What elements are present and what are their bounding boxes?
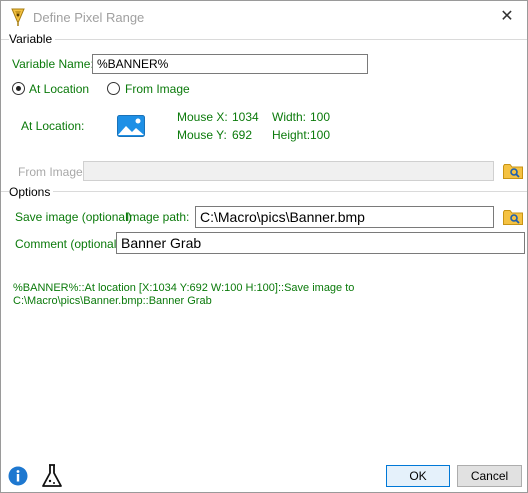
radio-from-image[interactable] xyxy=(107,82,120,95)
variable-name-input[interactable] xyxy=(92,54,368,74)
height-label: Height: xyxy=(272,128,311,142)
options-divider xyxy=(1,191,527,192)
summary-text: %BANNER%::At location [X:1034 Y:692 W:10… xyxy=(13,282,355,307)
image-path-label: Image path: xyxy=(126,210,190,224)
define-pixel-range-dialog: Define Pixel Range ✕ Variable Variable N… xyxy=(0,0,528,493)
cancel-button[interactable]: Cancel xyxy=(457,465,522,487)
pen-nib-icon xyxy=(10,7,26,27)
from-image-label: From Image: xyxy=(18,165,87,179)
at-location-label: At Location: xyxy=(21,119,85,133)
variable-divider xyxy=(1,39,527,40)
width-label: Width: xyxy=(272,110,307,124)
mouse-x-label: Mouse X: xyxy=(177,110,228,124)
window-title: Define Pixel Range xyxy=(33,10,145,25)
title-bar: Define Pixel Range ✕ xyxy=(1,1,527,33)
from-image-input[interactable] xyxy=(83,161,494,181)
info-icon[interactable] xyxy=(8,466,28,486)
image-path-input[interactable] xyxy=(195,206,494,228)
radio-at-location-label[interactable]: At Location xyxy=(29,82,89,96)
image-icon[interactable] xyxy=(117,115,145,137)
mouse-y-label: Mouse Y: xyxy=(177,128,227,142)
mouse-x-value: 1034 xyxy=(232,110,259,124)
ok-button[interactable]: OK xyxy=(386,465,450,487)
radio-from-image-label[interactable]: From Image xyxy=(125,82,190,96)
variable-name-label: Variable Name: xyxy=(12,57,94,71)
mouse-y-value: 692 xyxy=(232,128,253,142)
folder-search-icon[interactable] xyxy=(503,209,523,225)
options-section-label: Options xyxy=(9,185,54,199)
folder-search-icon[interactable] xyxy=(503,163,523,179)
comment-label: Comment (optional): xyxy=(15,237,124,251)
radio-selected-dot xyxy=(16,86,21,91)
width-value: 100 xyxy=(310,110,331,124)
height-value: 100 xyxy=(310,128,331,142)
comment-input[interactable] xyxy=(116,232,525,254)
flask-icon[interactable] xyxy=(41,463,63,489)
variable-section-label: Variable xyxy=(9,32,56,46)
save-image-label: Save image (optional) xyxy=(15,210,132,224)
radio-at-location[interactable] xyxy=(12,82,25,95)
close-icon[interactable]: ✕ xyxy=(498,8,516,26)
